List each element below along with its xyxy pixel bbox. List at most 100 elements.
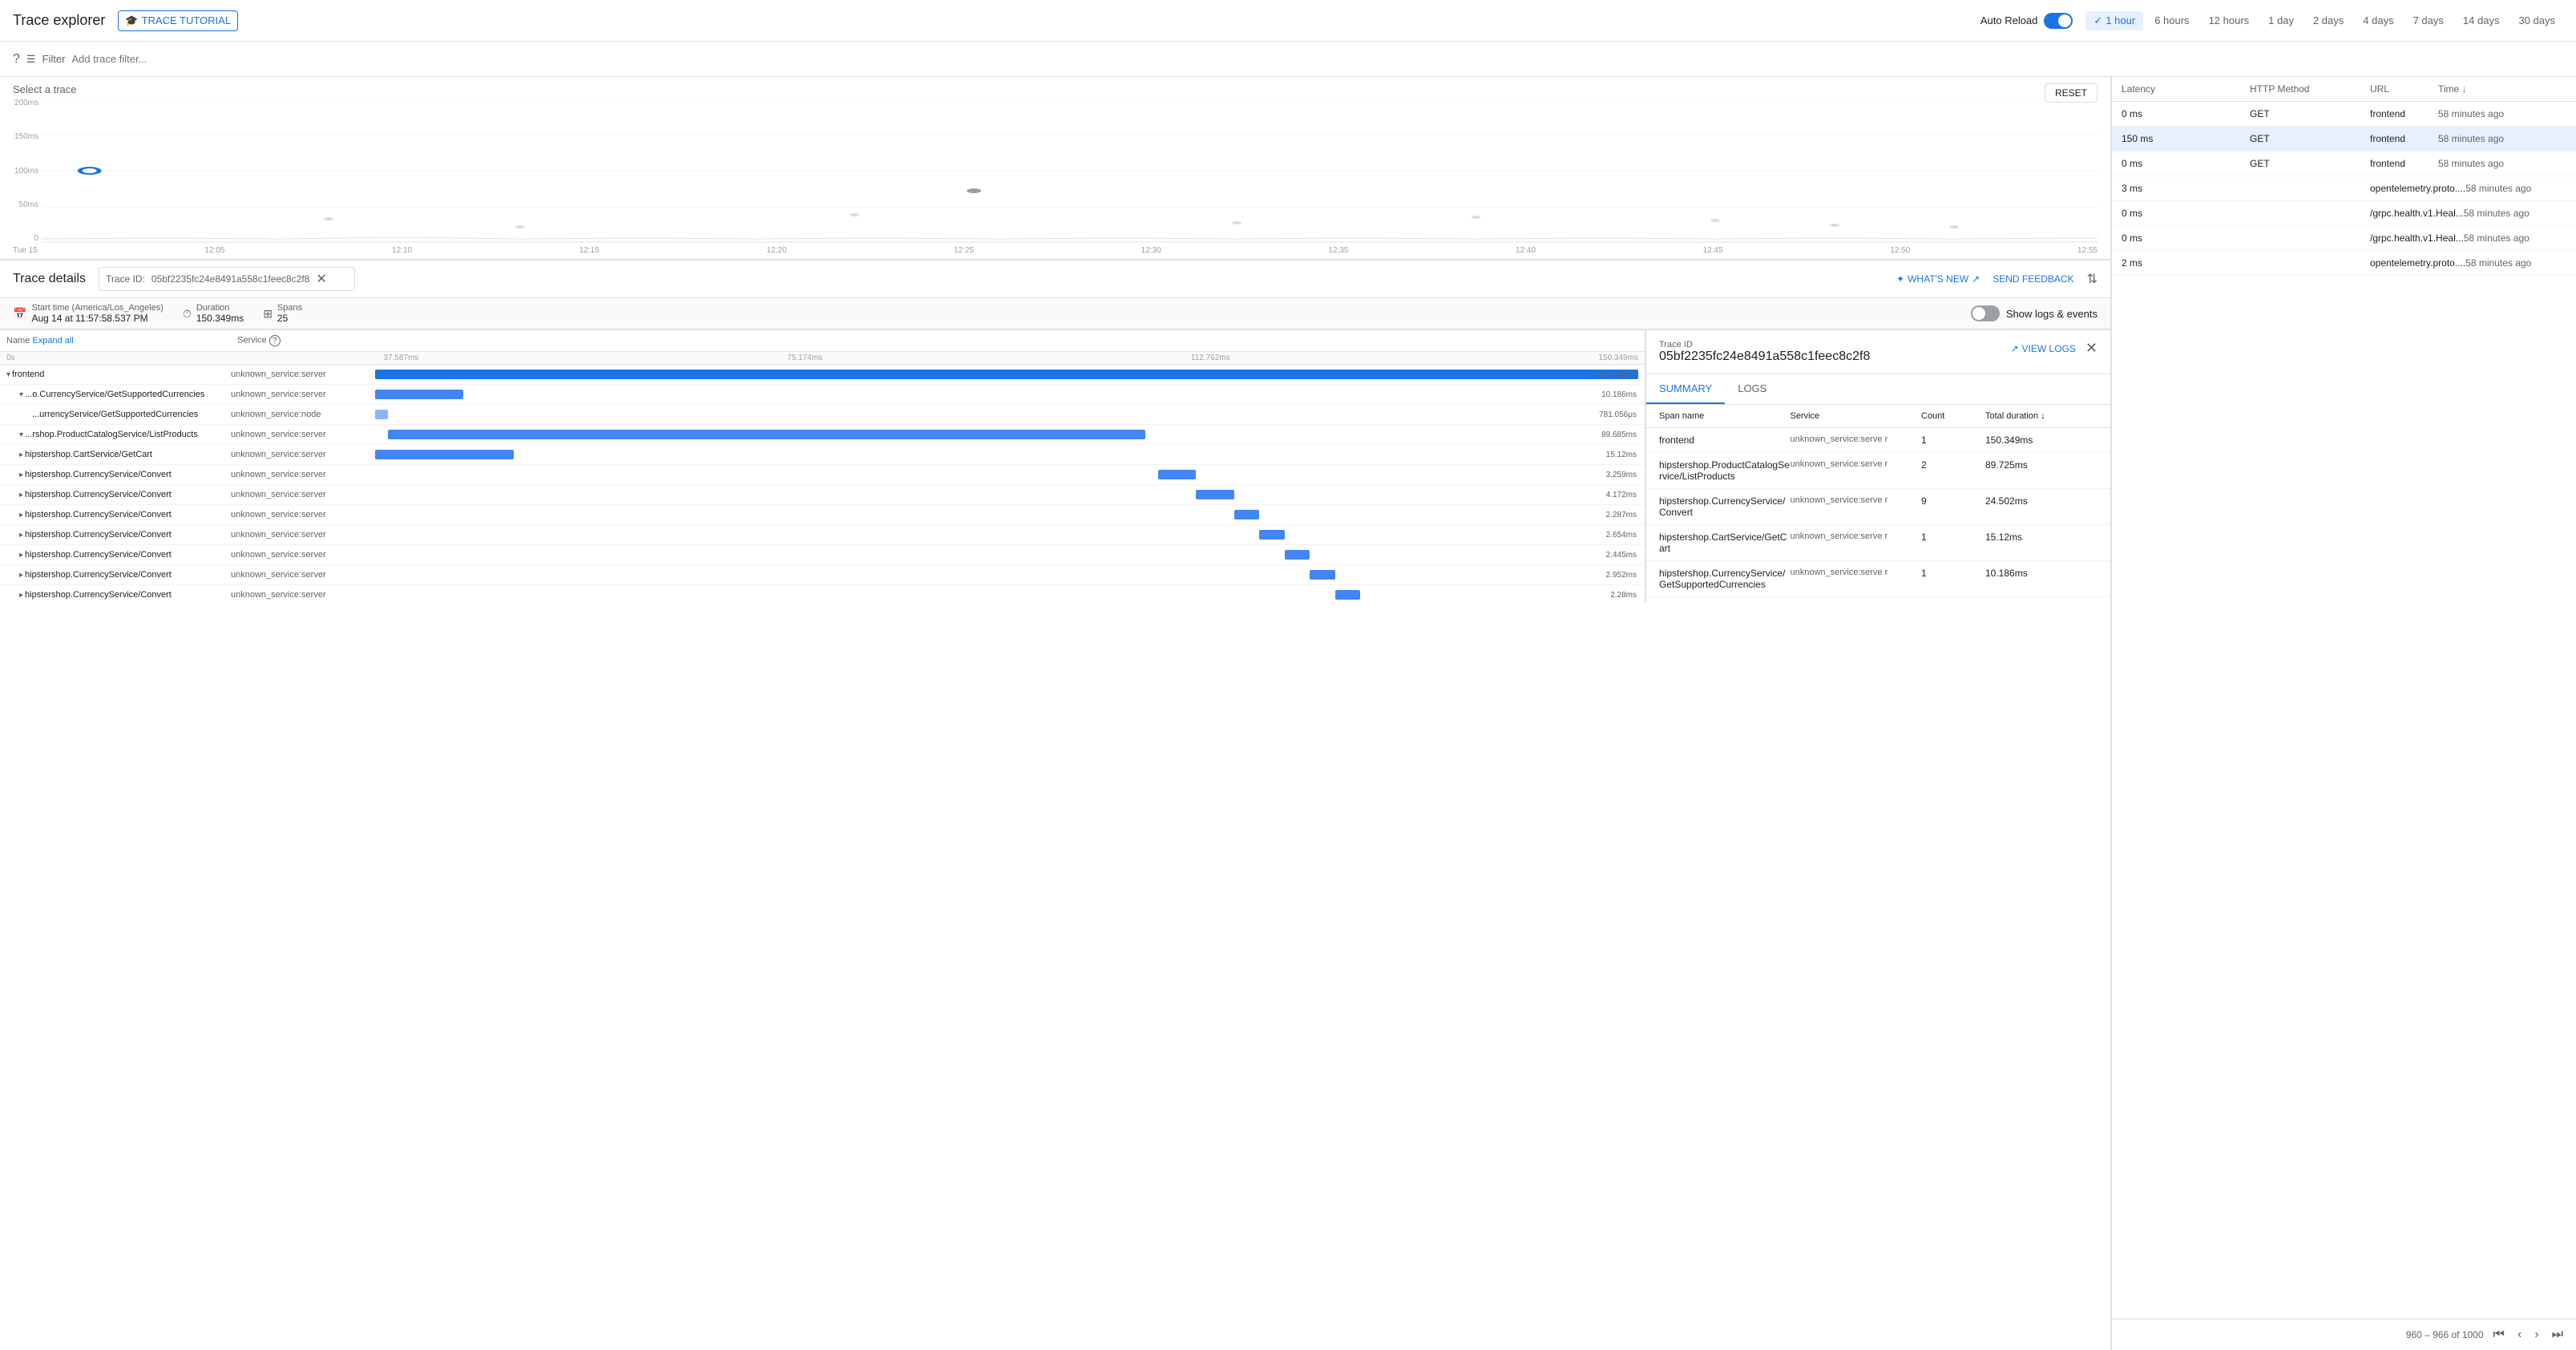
- summary-service: unknown_service:serve r: [1791, 568, 1922, 577]
- time-btn-6hours[interactable]: 6 hours: [2146, 11, 2197, 30]
- span-row[interactable]: ▸ hipstershop.CurrencyService/Convert un…: [0, 525, 1645, 545]
- clear-trace-id-button[interactable]: ✕: [316, 271, 326, 287]
- filter-input[interactable]: [71, 53, 2563, 65]
- summary-table: Span name Service Count Total duration ↓…: [1646, 405, 2110, 602]
- span-chevron[interactable]: ▸: [19, 591, 23, 600]
- span-bar: [375, 450, 514, 459]
- span-row[interactable]: ▸ hipstershop.CurrencyService/Convert un…: [0, 585, 1645, 602]
- auto-reload-toggle[interactable]: [2044, 13, 2073, 29]
- span-duration: 10.186ms: [1601, 390, 1637, 399]
- span-name: ▸ hipstershop.CartService/GetCart: [6, 450, 231, 459]
- trace-url: frontend: [2370, 108, 2438, 119]
- trace-row[interactable]: 0 ms /grpc.health.v1.Heal... 58 minutes …: [2112, 226, 2576, 251]
- span-chevron[interactable]: ▾: [6, 370, 10, 379]
- pagination-range: 960 – 966 of 1000: [2406, 1329, 2484, 1340]
- trace-row[interactable]: 3 ms opentelemetry.proto.... 58 minutes …: [2112, 176, 2576, 201]
- details-meta: 📅 Start time (America/Los_Angeles) Aug 1…: [0, 298, 2110, 329]
- span-timeline: 2.952ms: [375, 568, 1638, 582]
- span-row[interactable]: ▸ hipstershop.CurrencyService/Convert un…: [0, 505, 1645, 525]
- span-name: ▸ hipstershop.CurrencyService/Convert: [6, 530, 231, 540]
- service-info-icon[interactable]: ?: [269, 335, 281, 346]
- expand-icon[interactable]: ⇅: [2087, 271, 2098, 287]
- duration-item: ⏱ Duration 150.349ms: [183, 303, 244, 324]
- trace-id-panel-value: 05bf2235fc24e8491a558c1feec8c2f8: [1659, 350, 2004, 364]
- clock-icon: ⏱: [183, 307, 192, 321]
- first-page-button[interactable]: ⏮: [2490, 1326, 2508, 1344]
- span-row[interactable]: ▾ ...o.CurrencyService/GetSupportedCurre…: [0, 385, 1645, 405]
- span-service: unknown_service:server: [231, 550, 375, 560]
- trace-row[interactable]: 150 ms GET frontend 58 minutes ago: [2112, 127, 2576, 152]
- span-chevron[interactable]: ▸: [19, 571, 23, 580]
- chart-area: Select a trace RESET 200ms 150ms 100ms 5…: [0, 77, 2110, 260]
- close-detail-panel-button[interactable]: ✕: [2085, 340, 2098, 357]
- prev-page-button[interactable]: ‹: [2514, 1326, 2525, 1344]
- tab-summary[interactable]: SUMMARY: [1646, 374, 1725, 404]
- trace-row[interactable]: 0 ms GET frontend 58 minutes ago: [2112, 102, 2576, 127]
- trace-url: opentelemetry.proto....: [2370, 183, 2465, 194]
- time-btn-4days[interactable]: 4 days: [2355, 11, 2401, 30]
- span-row[interactable]: ▸ hipstershop.CurrencyService/Convert un…: [0, 465, 1645, 485]
- whats-new-button[interactable]: ✦ WHAT'S NEW ↗: [1896, 273, 1980, 285]
- send-feedback-button[interactable]: SEND FEEDBACK: [1993, 273, 2073, 285]
- trace-latency: 150 ms: [2122, 133, 2250, 144]
- time-btn-2days[interactable]: 2 days: [2305, 11, 2352, 30]
- time-btn-14days[interactable]: 14 days: [2455, 11, 2508, 30]
- time-btn-12hours[interactable]: 12 hours: [2201, 11, 2258, 30]
- summary-count: 2: [1921, 459, 1985, 471]
- span-row[interactable]: ▸ hipstershop.CartService/GetCart unknow…: [0, 445, 1645, 465]
- summary-row: hipstershop.ProductCatalogService/ListPr…: [1646, 453, 2110, 489]
- summary-count: 9: [1921, 495, 1985, 507]
- trace-row[interactable]: 0 ms /grpc.health.v1.Heal... 58 minutes …: [2112, 201, 2576, 226]
- time-btn-1day[interactable]: 1 day: [2260, 11, 2302, 30]
- span-chevron[interactable]: ▸: [19, 471, 23, 479]
- span-service: unknown_service:server: [231, 590, 375, 600]
- span-chevron[interactable]: ▾: [19, 430, 23, 439]
- span-row[interactable]: ▸ hipstershop.CurrencyService/Convert un…: [0, 545, 1645, 565]
- start-time-label: Start time (America/Los_Angeles): [31, 303, 163, 313]
- time-btn-7days[interactable]: 7 days: [2405, 11, 2452, 30]
- summary-col-count: Count: [1921, 411, 1985, 421]
- tab-logs[interactable]: LOGS: [1725, 374, 1779, 404]
- summary-row: hipstershop.CartService/GetCart unknown_…: [1646, 525, 2110, 561]
- span-chevron[interactable]: ▸: [19, 531, 23, 540]
- span-row[interactable]: ▾ frontend unknown_service:server 150.34…: [0, 365, 1645, 385]
- trace-row[interactable]: 0 ms GET frontend 58 minutes ago: [2112, 152, 2576, 176]
- span-chevron[interactable]: ▸: [19, 491, 23, 499]
- th-time[interactable]: Time ↓: [2438, 83, 2566, 95]
- trace-row[interactable]: 2 ms opentelemetry.proto.... 58 minutes …: [2112, 251, 2576, 276]
- span-chevron[interactable]: ▾: [19, 390, 23, 399]
- trace-url: frontend: [2370, 133, 2438, 144]
- chart-canvas[interactable]: 200ms 150ms 100ms 50ms 0: [13, 99, 2098, 259]
- time-range-buttons: 1 hour 6 hours 12 hours 1 day 2 days 4 d…: [2085, 11, 2563, 30]
- trace-latency: 2 ms: [2122, 257, 2250, 269]
- details-toolbar-right: ✦ WHAT'S NEW ↗ SEND FEEDBACK ⇅: [1896, 271, 2098, 287]
- calendar-icon: 📅: [13, 307, 26, 321]
- trace-time: 58 minutes ago: [2438, 133, 2566, 144]
- spans-icon: ⊞: [263, 307, 273, 321]
- help-icon[interactable]: ?: [13, 52, 20, 67]
- span-chevron[interactable]: ▸: [19, 511, 23, 519]
- spans-value: 25: [277, 313, 302, 324]
- time-btn-30days[interactable]: 30 days: [2510, 11, 2563, 30]
- trace-latency: 0 ms: [2122, 208, 2250, 219]
- span-row[interactable]: ▸ hipstershop.CurrencyService/Convert un…: [0, 565, 1645, 585]
- span-row[interactable]: ▾ ...rshop.ProductCatalogService/ListPro…: [0, 425, 1645, 445]
- trace-method: [2250, 257, 2370, 269]
- span-chevron[interactable]: ▸: [19, 451, 23, 459]
- span-service: unknown_service:server: [231, 370, 375, 379]
- span-chevron[interactable]: ▸: [19, 551, 23, 560]
- span-name: ▸ hipstershop.CurrencyService/Convert: [6, 550, 231, 560]
- tutorial-badge[interactable]: 🎓 TRACE TUTORIAL: [118, 10, 238, 31]
- span-row[interactable]: ▸ hipstershop.CurrencyService/Convert un…: [0, 485, 1645, 505]
- span-row[interactable]: ...urrencyService/GetSupportedCurrencies…: [0, 405, 1645, 425]
- next-page-button[interactable]: ›: [2531, 1326, 2542, 1344]
- pagination: 960 – 966 of 1000 ⏮ ‹ › ⏭: [2112, 1319, 2576, 1350]
- chart-svg: [42, 99, 2098, 243]
- y-label-150ms: 150ms: [14, 132, 38, 141]
- time-btn-1hour[interactable]: 1 hour: [2085, 11, 2143, 30]
- view-logs-button[interactable]: ↗ VIEW LOGS: [2010, 343, 2075, 354]
- show-logs-toggle[interactable]: [1971, 305, 2000, 321]
- last-page-button[interactable]: ⏭: [2549, 1326, 2566, 1344]
- span-duration: 3.259ms: [1606, 471, 1637, 479]
- expand-all-button[interactable]: Expand all: [32, 336, 73, 346]
